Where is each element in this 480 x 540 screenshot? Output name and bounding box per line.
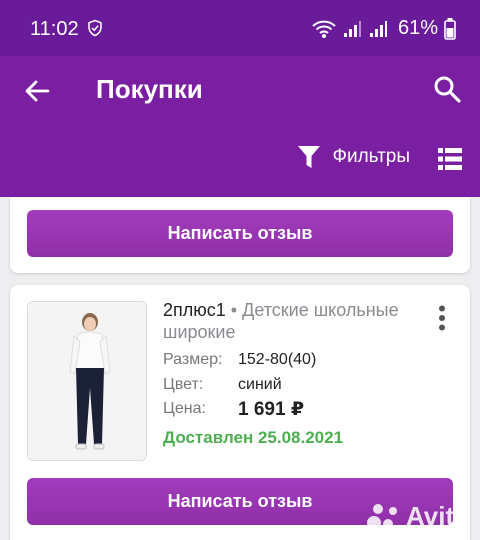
price-value: 1 691 ₽	[238, 399, 305, 420]
app-bar: Покупки Фильтры	[0, 56, 480, 197]
avito-watermark: Avito	[366, 501, 470, 532]
color-label: Цвет:	[163, 376, 204, 393]
write-review-button[interactable]: Написать отзыв	[27, 210, 453, 257]
title-separator: •	[230, 300, 238, 320]
signal-icon	[369, 20, 387, 37]
brand-name: 2плюс1	[163, 300, 226, 320]
filters-button[interactable]: Фильтры	[297, 144, 410, 170]
product-title[interactable]: 2плюс1 • Детские школьные широкие	[163, 299, 413, 343]
filters-label: Фильтры	[332, 146, 410, 167]
system-icons: 61%	[312, 17, 456, 40]
size-value: 152-80(40)	[238, 351, 317, 368]
color-row: Цвет: синий	[163, 376, 282, 394]
list-view-icon[interactable]	[438, 148, 462, 170]
page-title: Покупки	[96, 74, 203, 104]
price-label: Цена:	[163, 400, 206, 417]
avito-logo-icon	[366, 503, 397, 530]
shield-icon	[88, 19, 102, 37]
size-row: Размер: 152-80(40)	[163, 351, 316, 369]
search-icon[interactable]	[432, 74, 462, 104]
watermark-text: Avito	[405, 501, 470, 531]
product-image[interactable]	[27, 301, 147, 461]
wifi-icon	[312, 20, 336, 38]
color-value: синий	[238, 376, 282, 393]
signal-icon	[343, 20, 361, 37]
battery-percent: 61%	[397, 17, 438, 39]
status-bar: 11:02 61%	[0, 0, 480, 56]
delivery-status: Доставлен 25.08.2021	[163, 428, 344, 447]
order-card-previous: Написать отзыв	[10, 197, 470, 273]
status-time: 11:02	[30, 18, 79, 40]
battery-icon	[444, 17, 456, 40]
filter-icon	[297, 146, 320, 168]
price-row: Цена: 1 691 ₽	[163, 399, 304, 420]
back-arrow-icon[interactable]	[22, 76, 52, 106]
product-photo	[28, 302, 146, 460]
more-vert-icon[interactable]	[438, 305, 446, 331]
size-label: Размер:	[163, 351, 223, 368]
